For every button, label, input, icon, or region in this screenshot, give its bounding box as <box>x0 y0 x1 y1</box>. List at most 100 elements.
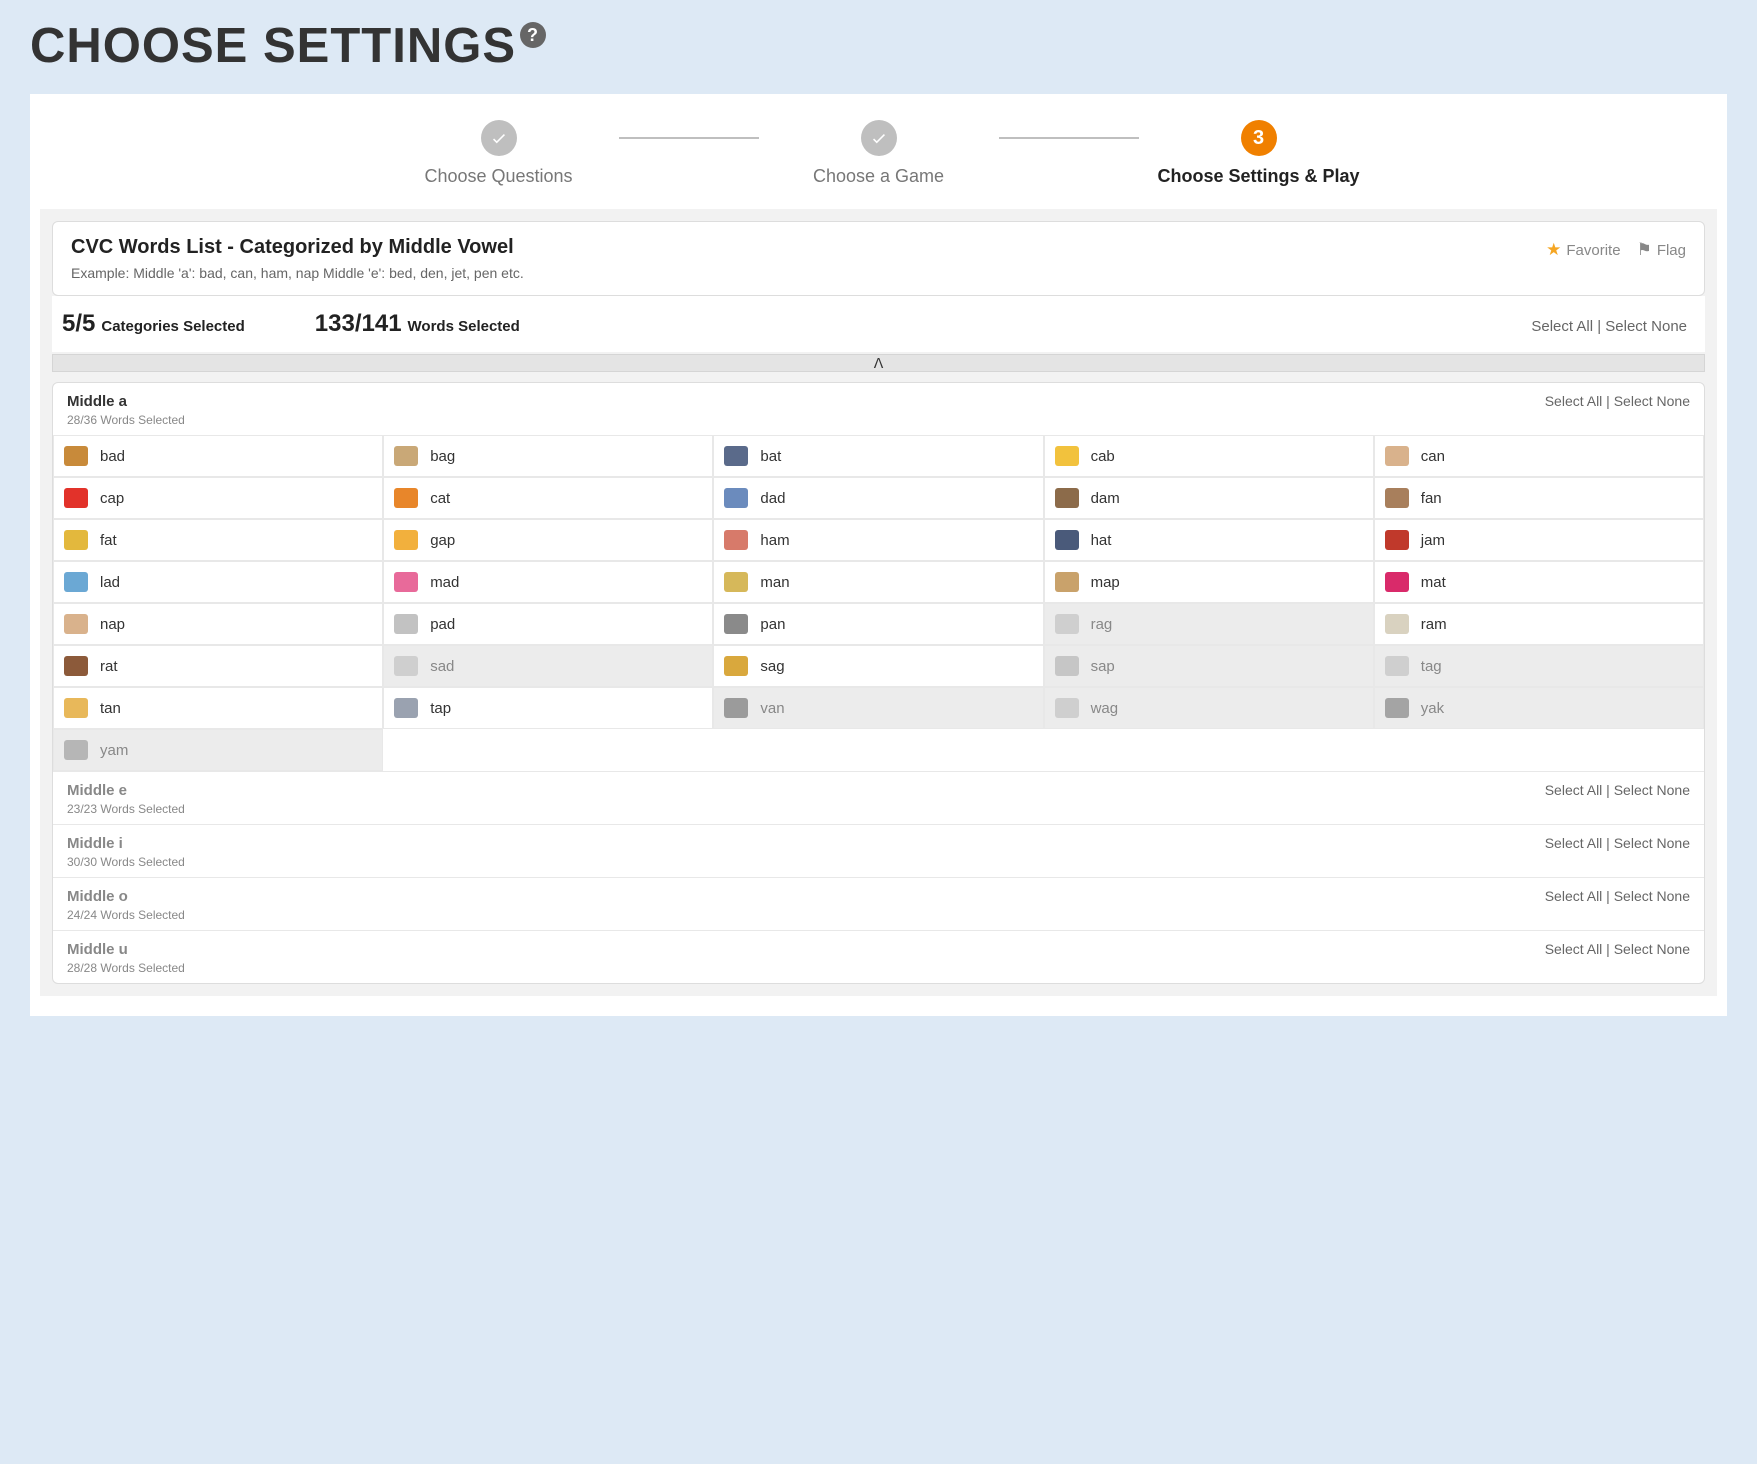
word-cell[interactable]: cab <box>1044 435 1374 477</box>
help-icon[interactable]: ? <box>520 22 546 48</box>
category-header[interactable]: Middle o24/24 Words SelectedSelect All |… <box>53 877 1704 930</box>
word-cell[interactable]: yam <box>53 729 383 771</box>
step-choose-game[interactable]: Choose a Game <box>759 120 999 187</box>
word-label: tan <box>100 700 121 717</box>
word-cell[interactable]: lad <box>53 561 383 603</box>
stepper: Choose Questions Choose a Game 3 Choose … <box>40 120 1717 187</box>
word-cell[interactable]: rat <box>53 645 383 687</box>
word-label: man <box>760 574 789 591</box>
word-cell[interactable]: fan <box>1374 477 1704 519</box>
select-none-link[interactable]: Select None <box>1605 318 1687 335</box>
content-area: CVC Words List - Categorized by Middle V… <box>40 209 1717 996</box>
select-all-link[interactable]: Select All <box>1545 835 1603 851</box>
word-cell[interactable]: yak <box>1374 687 1704 729</box>
step-choose-questions[interactable]: Choose Questions <box>379 120 619 187</box>
word-label: jam <box>1421 532 1445 549</box>
word-cell[interactable]: tan <box>53 687 383 729</box>
word-label: sag <box>760 658 784 675</box>
word-cell[interactable]: mat <box>1374 561 1704 603</box>
word-icon <box>394 698 418 718</box>
word-cell[interactable]: dad <box>713 477 1043 519</box>
step-label: Choose Settings & Play <box>1157 166 1359 187</box>
word-cell[interactable]: cap <box>53 477 383 519</box>
select-all-link[interactable]: Select All <box>1545 782 1603 798</box>
word-cell[interactable]: nap <box>53 603 383 645</box>
word-cell[interactable]: sap <box>1044 645 1374 687</box>
category-subtitle: 24/24 Words Selected <box>67 908 185 922</box>
favorite-button[interactable]: ★ Favorite <box>1546 240 1620 260</box>
favorite-label: Favorite <box>1566 242 1620 259</box>
word-cell[interactable]: rag <box>1044 603 1374 645</box>
word-cell[interactable]: hat <box>1044 519 1374 561</box>
word-cell[interactable]: gap <box>383 519 713 561</box>
collapse-toggle[interactable]: ᐱ <box>52 354 1705 372</box>
category-header[interactable]: Middle u28/28 Words SelectedSelect All |… <box>53 930 1704 983</box>
word-label: mat <box>1421 574 1446 591</box>
words-label: Words Selected <box>408 318 520 335</box>
word-icon <box>64 698 88 718</box>
category-header[interactable]: Middle i30/30 Words SelectedSelect All |… <box>53 824 1704 877</box>
word-icon <box>1055 656 1079 676</box>
word-cell[interactable]: man <box>713 561 1043 603</box>
star-icon: ★ <box>1546 240 1561 260</box>
category-title: Middle a <box>67 393 185 410</box>
separator: | <box>1602 782 1613 798</box>
category-title: Middle u <box>67 941 185 958</box>
step-choose-settings[interactable]: 3 Choose Settings & Play <box>1139 120 1379 187</box>
select-all-link[interactable]: Select All <box>1545 941 1603 957</box>
step-connector <box>999 137 1139 139</box>
stats-row: 5/5 Categories Selected 133/141 Words Se… <box>52 296 1705 352</box>
select-none-link[interactable]: Select None <box>1614 782 1690 798</box>
select-all-link[interactable]: Select All <box>1545 393 1603 409</box>
word-icon <box>394 572 418 592</box>
category-subtitle: 23/23 Words Selected <box>67 802 185 816</box>
word-cell[interactable]: van <box>713 687 1043 729</box>
separator: | <box>1593 318 1605 335</box>
word-cell[interactable]: wag <box>1044 687 1374 729</box>
word-cell[interactable]: dam <box>1044 477 1374 519</box>
word-cell[interactable]: bat <box>713 435 1043 477</box>
list-header: CVC Words List - Categorized by Middle V… <box>52 221 1705 296</box>
separator: | <box>1602 941 1613 957</box>
category-header[interactable]: Middle e23/23 Words SelectedSelect All |… <box>53 771 1704 824</box>
word-cell[interactable]: pad <box>383 603 713 645</box>
word-cell[interactable]: bad <box>53 435 383 477</box>
word-icon <box>394 488 418 508</box>
word-cell[interactable]: fat <box>53 519 383 561</box>
category-title: Middle i <box>67 835 185 852</box>
select-none-link[interactable]: Select None <box>1614 941 1690 957</box>
flag-label: Flag <box>1657 242 1686 259</box>
word-label: bad <box>100 448 125 465</box>
word-label: cap <box>100 490 124 507</box>
word-cell[interactable]: can <box>1374 435 1704 477</box>
word-label: lad <box>100 574 120 591</box>
word-label: can <box>1421 448 1445 465</box>
select-all-link[interactable]: Select All <box>1531 318 1593 335</box>
word-cell[interactable]: mad <box>383 561 713 603</box>
word-cell[interactable]: pan <box>713 603 1043 645</box>
category-subtitle: 28/36 Words Selected <box>67 413 185 427</box>
word-label: pan <box>760 616 785 633</box>
word-cell[interactable]: ham <box>713 519 1043 561</box>
word-icon <box>394 614 418 634</box>
select-all-link[interactable]: Select All <box>1545 888 1603 904</box>
word-cell[interactable]: jam <box>1374 519 1704 561</box>
word-icon <box>724 572 748 592</box>
separator: | <box>1602 393 1613 409</box>
word-cell[interactable]: tap <box>383 687 713 729</box>
word-panel: Middle a 28/36 Words Selected Select All |… <box>52 382 1705 984</box>
word-cell[interactable]: sad <box>383 645 713 687</box>
word-cell[interactable]: sag <box>713 645 1043 687</box>
word-cell[interactable]: bag <box>383 435 713 477</box>
word-icon <box>724 614 748 634</box>
select-none-link[interactable]: Select None <box>1614 835 1690 851</box>
word-cell[interactable]: cat <box>383 477 713 519</box>
flag-button[interactable]: ⚑ Flag <box>1637 240 1686 260</box>
word-cell[interactable]: ram <box>1374 603 1704 645</box>
select-none-link[interactable]: Select None <box>1614 393 1690 409</box>
word-icon <box>1055 698 1079 718</box>
word-cell[interactable]: map <box>1044 561 1374 603</box>
word-cell[interactable]: tag <box>1374 645 1704 687</box>
select-none-link[interactable]: Select None <box>1614 888 1690 904</box>
word-label: cat <box>430 490 450 507</box>
